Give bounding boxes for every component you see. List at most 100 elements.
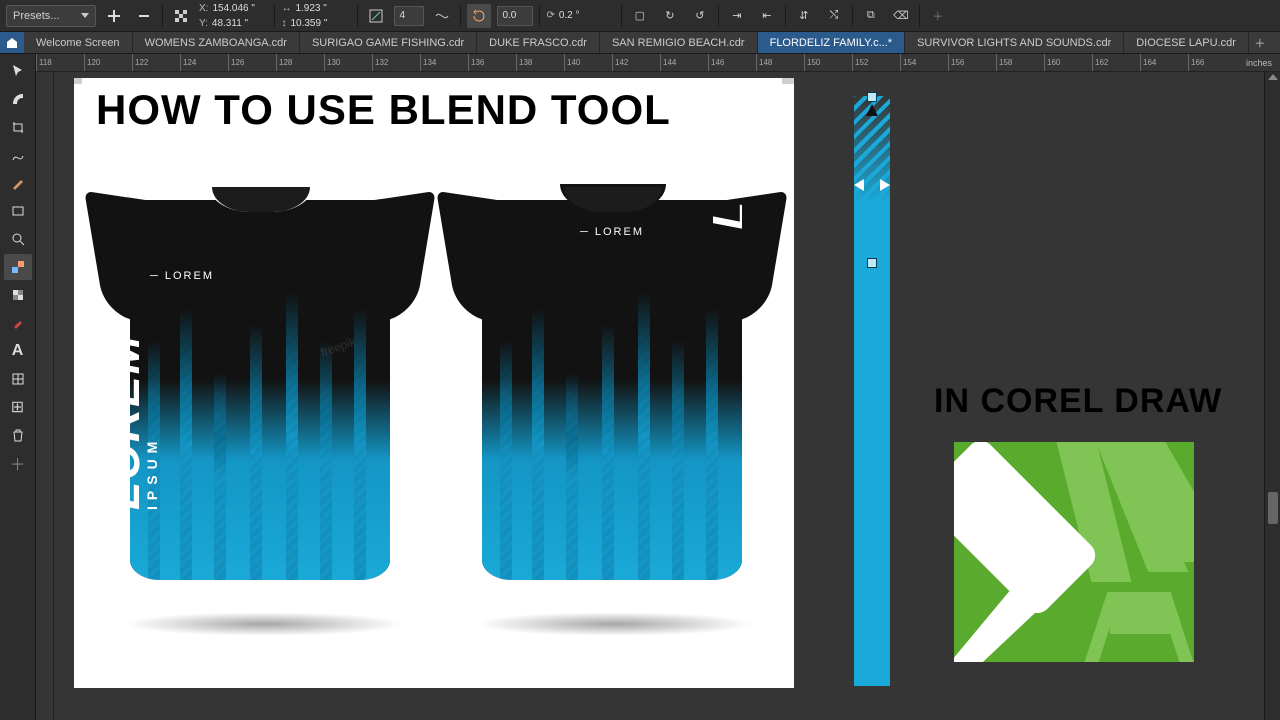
shape-tool[interactable] — [4, 86, 32, 112]
add-preset-button[interactable] — [102, 4, 126, 28]
doc-tab-label: SURVIVOR LIGHTS AND SOUNDS.cdr — [917, 37, 1111, 49]
horizontal-ruler[interactable]: inches 118120122124126128130132134136138… — [36, 54, 1280, 72]
size-h-input[interactable] — [290, 17, 346, 30]
ruler-tick: 118 — [36, 54, 52, 71]
delete-tool[interactable] — [4, 422, 32, 448]
artistic-media-tool[interactable] — [4, 170, 32, 196]
doc-tab-duke[interactable]: DUKE FRASCO.cdr — [477, 32, 600, 53]
doc-tab-label: SAN REMIGIO BEACH.cdr — [612, 37, 745, 49]
drawing-canvas[interactable]: HOW TO USE BLEND TOOL ─ LOREM f — [54, 72, 1264, 720]
blend-direction-button[interactable] — [430, 4, 454, 28]
table-tool[interactable] — [4, 366, 32, 392]
doc-tab-label: DIOCESE LAPU.cdr — [1136, 37, 1236, 49]
new-doc-tab-button[interactable]: ＋ — [1249, 32, 1271, 53]
transparency-tool[interactable] — [4, 282, 32, 308]
divider — [852, 5, 853, 27]
doc-tab-survivor[interactable]: SURVIVOR LIGHTS AND SOUNDS.cdr — [905, 32, 1124, 53]
ruler-tick: 136 — [468, 54, 484, 71]
blend-end-handle[interactable] — [867, 258, 877, 268]
divider — [357, 5, 358, 27]
add-toolbar-button[interactable]: ＋ — [926, 4, 950, 28]
ruler-units-label: inches — [1246, 54, 1272, 72]
ruler-tick: 166 — [1188, 54, 1204, 71]
blend-tool[interactable] — [4, 254, 32, 280]
path-properties-button[interactable]: ⤭ — [822, 4, 846, 28]
accel-mid-icon[interactable] — [854, 178, 890, 192]
divider — [718, 5, 719, 27]
divider — [539, 5, 540, 27]
more-tools-button[interactable]: ＋ — [4, 450, 32, 476]
tshirt-shadow — [474, 612, 754, 636]
doc-tab-label: Welcome Screen — [36, 37, 120, 49]
text-tool[interactable]: A — [4, 338, 32, 364]
position-block: X: Y: — [199, 2, 268, 30]
ccw-blend-button[interactable]: ↺ — [688, 4, 712, 28]
ruler-tick: 140 — [564, 54, 580, 71]
rotate-icon: ⟳ — [546, 10, 554, 21]
accel-start-icon[interactable] — [859, 104, 885, 118]
ruler-tick: 146 — [708, 54, 724, 71]
clear-blend-button[interactable]: ⌫ — [889, 4, 913, 28]
scroll-up-icon[interactable] — [1268, 74, 1278, 80]
doc-tab-womens[interactable]: WOMENS ZAMBOANGA.cdr — [133, 32, 300, 53]
size-w-input[interactable] — [295, 2, 351, 15]
shirt-text-back: LOREMIPSUM — [702, 200, 742, 230]
blend-offset-input[interactable] — [497, 6, 533, 26]
ruler-tick: 120 — [84, 54, 100, 71]
shirt-brand-front: ─ LOREM — [150, 270, 214, 282]
vertical-ruler[interactable] — [36, 72, 54, 720]
blend-steps-input[interactable] — [394, 6, 424, 26]
accel-sizing-button[interactable]: ⇤ — [755, 4, 779, 28]
presets-combo[interactable]: Presets... — [6, 5, 96, 27]
direct-blend-button[interactable]: ▢ — [628, 4, 652, 28]
eyedropper-tool[interactable] — [4, 310, 32, 336]
rectangle-tool[interactable] — [4, 198, 32, 224]
tshirt-shadow — [124, 612, 404, 636]
accel-objects-button[interactable]: ⇥ — [725, 4, 749, 28]
ruler-tick: 150 — [804, 54, 820, 71]
pick-tool[interactable] — [4, 58, 32, 84]
scroll-thumb[interactable] — [1268, 492, 1278, 524]
rotation-input[interactable] — [559, 9, 615, 22]
blend-steps-button[interactable] — [364, 4, 388, 28]
property-bar: Presets... X: Y: ↔ ↕ ⟳ ▢ ↻ ↺ ⇥ ⇤ ⇵ ⤭ — [0, 0, 1280, 32]
blend-start-handle[interactable] — [867, 92, 877, 102]
presets-combo-label: Presets... — [13, 10, 59, 22]
doc-tab-sanremigio[interactable]: SAN REMIGIO BEACH.cdr — [600, 32, 758, 53]
dimension-tool[interactable]: ⊞ — [4, 394, 32, 420]
doc-tab-surigao[interactable]: SURIGAO GAME FISHING.cdr — [300, 32, 477, 53]
divider — [162, 5, 163, 27]
doc-tab-label: SURIGAO GAME FISHING.cdr — [312, 37, 464, 49]
canvas-area: inches 118120122124126128130132134136138… — [36, 54, 1280, 720]
toolbox: A ⊞ ＋ — [0, 54, 36, 720]
doc-tab-label: WOMENS ZAMBOANGA.cdr — [145, 37, 287, 49]
remove-preset-button[interactable] — [132, 4, 156, 28]
vertical-scrollbar[interactable] — [1264, 72, 1280, 720]
doc-tab-flordeliz[interactable]: FLORDELIZ FAMILY.c...* — [758, 32, 905, 53]
rotation-block: ⟳ — [546, 9, 614, 22]
divider — [785, 5, 786, 27]
start-end-button[interactable]: ⇵ — [792, 4, 816, 28]
pos-y-input[interactable] — [212, 17, 268, 30]
copy-blend-button[interactable]: ⧉ — [859, 4, 883, 28]
loop-blend-button[interactable] — [467, 4, 491, 28]
home-tab[interactable] — [0, 32, 24, 53]
crop-tool[interactable] — [4, 114, 32, 140]
freehand-tool[interactable] — [4, 142, 32, 168]
doc-tab-welcome[interactable]: Welcome Screen — [24, 32, 133, 53]
doc-tab-diocese[interactable]: DIOCESE LAPU.cdr — [1124, 32, 1249, 53]
ruler-tick: 128 — [276, 54, 292, 71]
tshirt-front: ─ LOREM freepik LOREMIPSUM — [90, 172, 430, 592]
doc-tab-label: DUKE FRASCO.cdr — [489, 37, 587, 49]
ruler-tick: 148 — [756, 54, 772, 71]
pos-x-input[interactable] — [212, 2, 268, 15]
ruler-tick: 142 — [612, 54, 628, 71]
workspace: A ⊞ ＋ inches 118120122124126128130132134… — [0, 54, 1280, 720]
ruler-tick: 144 — [660, 54, 676, 71]
chevron-down-icon — [81, 13, 89, 18]
divider — [460, 5, 461, 27]
object-origin-button[interactable] — [169, 4, 193, 28]
ruler-tick: 134 — [420, 54, 436, 71]
zoom-tool[interactable] — [4, 226, 32, 252]
cw-blend-button[interactable]: ↻ — [658, 4, 682, 28]
